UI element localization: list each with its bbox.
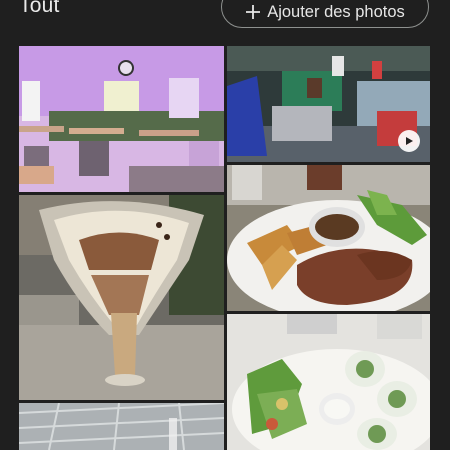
add-photos-label: Ajouter des photos <box>267 2 405 21</box>
play-icon <box>398 130 420 152</box>
add-photos-button[interactable]: Ajouter des photos <box>221 0 429 28</box>
top-bar: Tout Ajouter des photos <box>0 0 450 40</box>
video-thumbnail[interactable] <box>227 46 430 162</box>
page-title: Tout <box>19 0 60 17</box>
photo-thumbnail[interactable] <box>227 314 430 450</box>
table-photo <box>19 403 224 450</box>
photo-thumbnail[interactable] <box>19 195 224 400</box>
plus-icon <box>246 5 261 19</box>
sundae-photo <box>19 195 224 400</box>
restaurant-photo <box>19 46 224 192</box>
photo-thumbnail[interactable] <box>19 403 224 450</box>
photo-thumbnail[interactable] <box>227 165 430 311</box>
photo-thumbnail[interactable] <box>19 46 224 192</box>
salad-photo <box>227 314 430 450</box>
steak-plate-photo <box>227 165 430 311</box>
